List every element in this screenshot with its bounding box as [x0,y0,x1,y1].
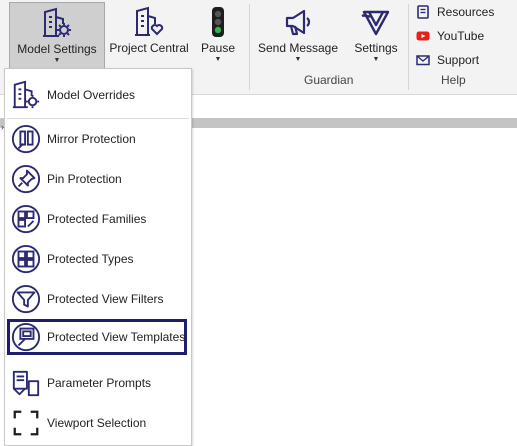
families-icon [11,204,41,234]
send-message-label: Send Message [257,41,339,55]
group-label-guardian: Guardian [304,73,354,87]
chevron-down-icon: ▼ [372,56,380,63]
menu-item-label: Mirror Protection [47,132,136,146]
menu-item-protected-view-templates[interactable]: Protected View Templates [7,319,187,355]
model-settings-label: Model Settings [17,42,97,56]
menu-item-label: Protected Families [47,212,147,226]
group-label-help: Help [441,73,466,87]
mirror-icon [11,124,41,154]
menu-item-protected-families[interactable]: Protected Families [7,201,187,237]
book-icon [417,5,429,19]
menu-divider [7,118,189,119]
menu-item-pin-protection[interactable]: Pin Protection [7,161,187,197]
menu-item-viewport-selection[interactable]: Viewport Selection [7,405,187,441]
menu-item-label: Protected View Filters [47,292,164,306]
settings-button[interactable]: Settings ▼ [350,2,402,70]
megaphone-icon [285,9,311,36]
menu-item-label: Pin Protection [47,172,122,186]
types-icon [11,244,41,274]
traffic-light-icon [212,7,224,37]
resources-label: Resources [437,5,495,19]
menu-item-label: Viewport Selection [47,416,147,430]
menu-item-label: Protected Types [47,252,134,266]
building-gear-icon [12,80,40,109]
support-link[interactable]: Support [416,50,479,70]
menu-item-protected-types[interactable]: Protected Types [7,241,187,277]
pause-label: Pause [200,41,236,55]
project-central-button[interactable]: Project Central [108,2,190,70]
menu-item-label: Model Overrides [47,88,136,102]
envelope-icon [416,55,430,66]
support-label: Support [437,53,480,67]
view-template-icon [11,322,41,352]
ribbon-separator [408,4,409,90]
viewport-icon [13,410,39,436]
filter-icon [11,284,41,314]
parameter-prompt-icon [12,370,40,397]
guardian-logo-icon [361,10,390,36]
pin-icon [11,164,41,194]
menu-item-protected-view-filters[interactable]: Protected View Filters [7,281,187,317]
send-message-button[interactable]: Send Message ▼ [256,2,340,70]
youtube-icon [416,31,430,41]
menu-item-mirror-protection[interactable]: Mirror Protection [7,121,187,157]
building-gear-icon [43,7,71,37]
menu-item-label: Parameter Prompts [47,376,152,390]
menu-item-model-overrides[interactable]: Model Overrides [7,77,187,113]
chevron-down-icon: ▼ [53,57,61,64]
menu-item-label: Protected View Templates [47,330,186,344]
ribbon-separator [249,4,250,90]
model-settings-dropdown: Model Overrides Mirror Protection Pin Pr… [4,68,192,446]
chevron-down-icon: ▼ [294,56,302,63]
pause-button[interactable]: Pause ▼ [196,2,240,70]
menu-item-parameter-prompts[interactable]: Parameter Prompts [7,365,187,401]
settings-label: Settings [354,41,398,55]
youtube-link[interactable]: YouTube [416,26,484,46]
project-central-label: Project Central [109,41,189,55]
building-heart-icon [135,6,164,36]
youtube-label: YouTube [437,29,485,43]
chevron-down-icon: ▼ [214,56,222,63]
model-settings-button[interactable]: Model Settings ▼ [9,2,105,70]
resources-link[interactable]: Resources [416,2,494,22]
